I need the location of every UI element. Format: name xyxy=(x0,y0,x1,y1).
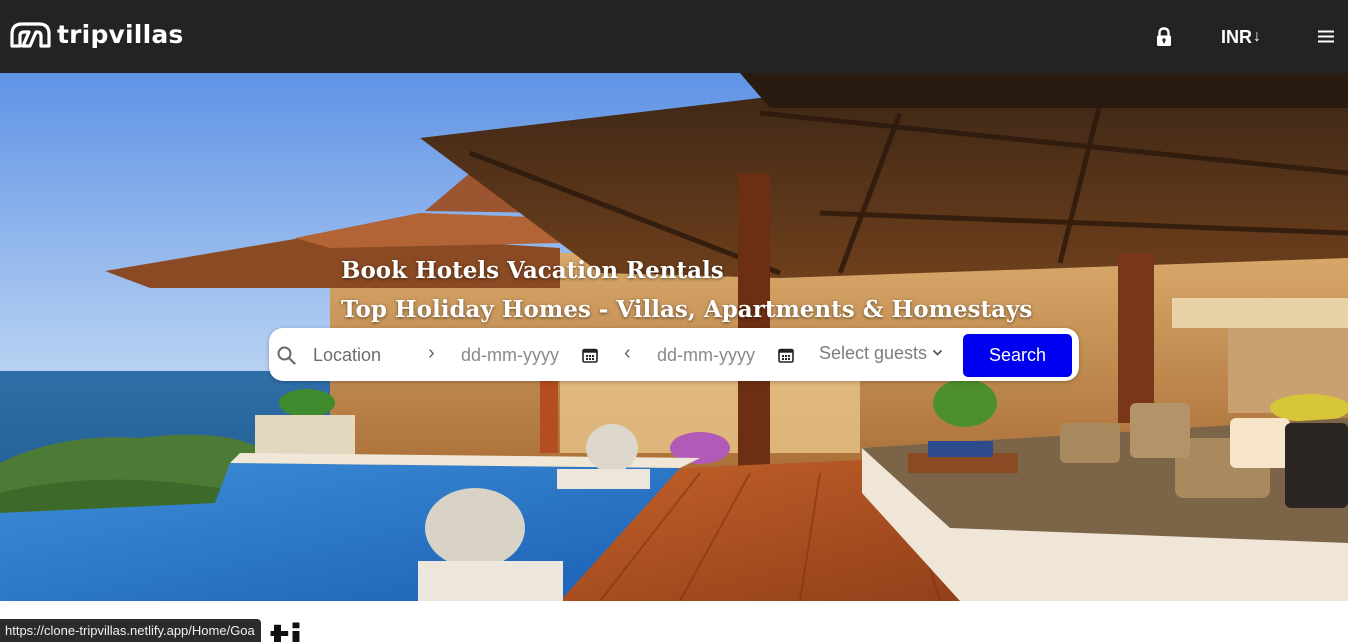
calendar-icon[interactable] xyxy=(582,347,598,363)
search-icon xyxy=(277,346,296,365)
currency-label: INR xyxy=(1221,27,1252,47)
section-heading-partial: ti xyxy=(270,620,303,642)
checkin-date-input[interactable]: dd-mm-yyyy xyxy=(461,343,559,367)
search-button[interactable]: Search xyxy=(963,334,1072,377)
guests-select[interactable]: Select guests xyxy=(819,341,943,365)
status-bar-url: https://clone-tripvillas.netlify.app/Hom… xyxy=(0,619,261,642)
hero-title-line-2: Top Holiday Homes - Villas, Apartments &… xyxy=(341,296,1033,323)
brand-name: tripvillas xyxy=(57,20,184,49)
checkout-date-input[interactable]: dd-mm-yyyy xyxy=(657,343,755,367)
chevron-right-icon[interactable]: › xyxy=(428,340,435,366)
calendar-icon[interactable] xyxy=(778,347,794,363)
hero-banner: Book Hotels Vacation Rentals Top Holiday… xyxy=(0,73,1348,601)
brand-logo[interactable]: tripvillas xyxy=(9,20,184,50)
chevron-left-icon[interactable]: ‹ xyxy=(624,340,631,366)
tripvillas-logo-icon xyxy=(10,22,51,48)
arrow-down-icon: ↓ xyxy=(1253,28,1261,45)
guests-select-label: Select guests xyxy=(819,343,928,363)
chevron-down-icon xyxy=(932,349,943,356)
hero-title-line-1: Book Hotels Vacation Rentals xyxy=(341,257,724,284)
search-form: › dd-mm-yyyy ‹ dd-mm-yyyy Select guests … xyxy=(269,328,1079,381)
lock-icon[interactable] xyxy=(1155,27,1173,47)
top-navbar: tripvillas INR ↓ xyxy=(0,0,1348,73)
location-input[interactable] xyxy=(313,340,423,370)
hamburger-menu-icon[interactable] xyxy=(1318,30,1334,43)
currency-selector[interactable]: INR ↓ xyxy=(1221,26,1261,48)
